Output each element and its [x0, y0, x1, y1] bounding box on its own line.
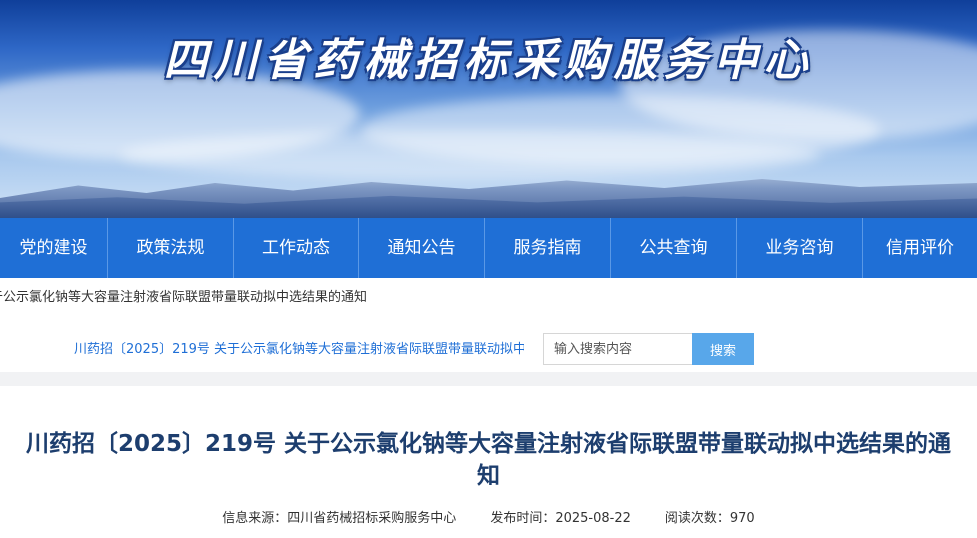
breadcrumb: 于公示氯化钠等大容量注射液省际联盟带量联动拟中选结果的通知	[0, 278, 977, 319]
banner-cloud	[120, 130, 820, 180]
nav-item-policies[interactable]: 政策法规	[108, 218, 234, 278]
article-publish-date: 发布时间：2025-08-22	[490, 511, 631, 526]
article-meta: 信息来源：四川省药械招标采购服务中心 发布时间：2025-08-22 阅读次数：97…	[0, 509, 977, 529]
section-divider	[0, 372, 977, 386]
main-nav: 党的建设 政策法规 工作动态 通知公告 服务指南 公共查询 业务咨询 信用评价	[0, 218, 977, 278]
search-input[interactable]	[543, 333, 693, 365]
nav-item-work-news[interactable]: 工作动态	[234, 218, 359, 278]
nav-item-public-query[interactable]: 公共查询	[611, 218, 737, 278]
ticker-search-row: 川药招〔2025〕219号 关于公示氯化钠等大容量注射液省际联盟带量联动拟中选结…	[0, 318, 977, 372]
site-banner: 四川省药械招标采购服务中心	[0, 0, 977, 218]
nav-item-service-guide[interactable]: 服务指南	[485, 218, 611, 278]
nav-item-credit-evaluation[interactable]: 信用评价	[863, 218, 977, 278]
nav-item-party-building[interactable]: 党的建设	[0, 218, 108, 278]
article-title: 川药招〔2025〕219号 关于公示氯化钠等大容量注射液省际联盟带量联动拟中选结…	[25, 431, 952, 489]
article-read-count: 阅读次数：970	[664, 511, 755, 526]
nav-item-consulting[interactable]: 业务咨询	[737, 218, 863, 278]
news-ticker[interactable]: 川药招〔2025〕219号 关于公示氯化钠等大容量注射液省际联盟带量联动拟中选结…	[74, 340, 524, 360]
breadcrumb-current[interactable]: 于公示氯化钠等大容量注射液省际联盟带量联动拟中选结果的通知	[0, 290, 367, 305]
nav-item-notices[interactable]: 通知公告	[359, 218, 485, 278]
site-title: 四川省药械招标采购服务中心	[163, 35, 814, 86]
search-button[interactable]: 搜索	[692, 333, 754, 365]
article-source: 信息来源：四川省药械招标采购服务中心	[222, 511, 457, 526]
